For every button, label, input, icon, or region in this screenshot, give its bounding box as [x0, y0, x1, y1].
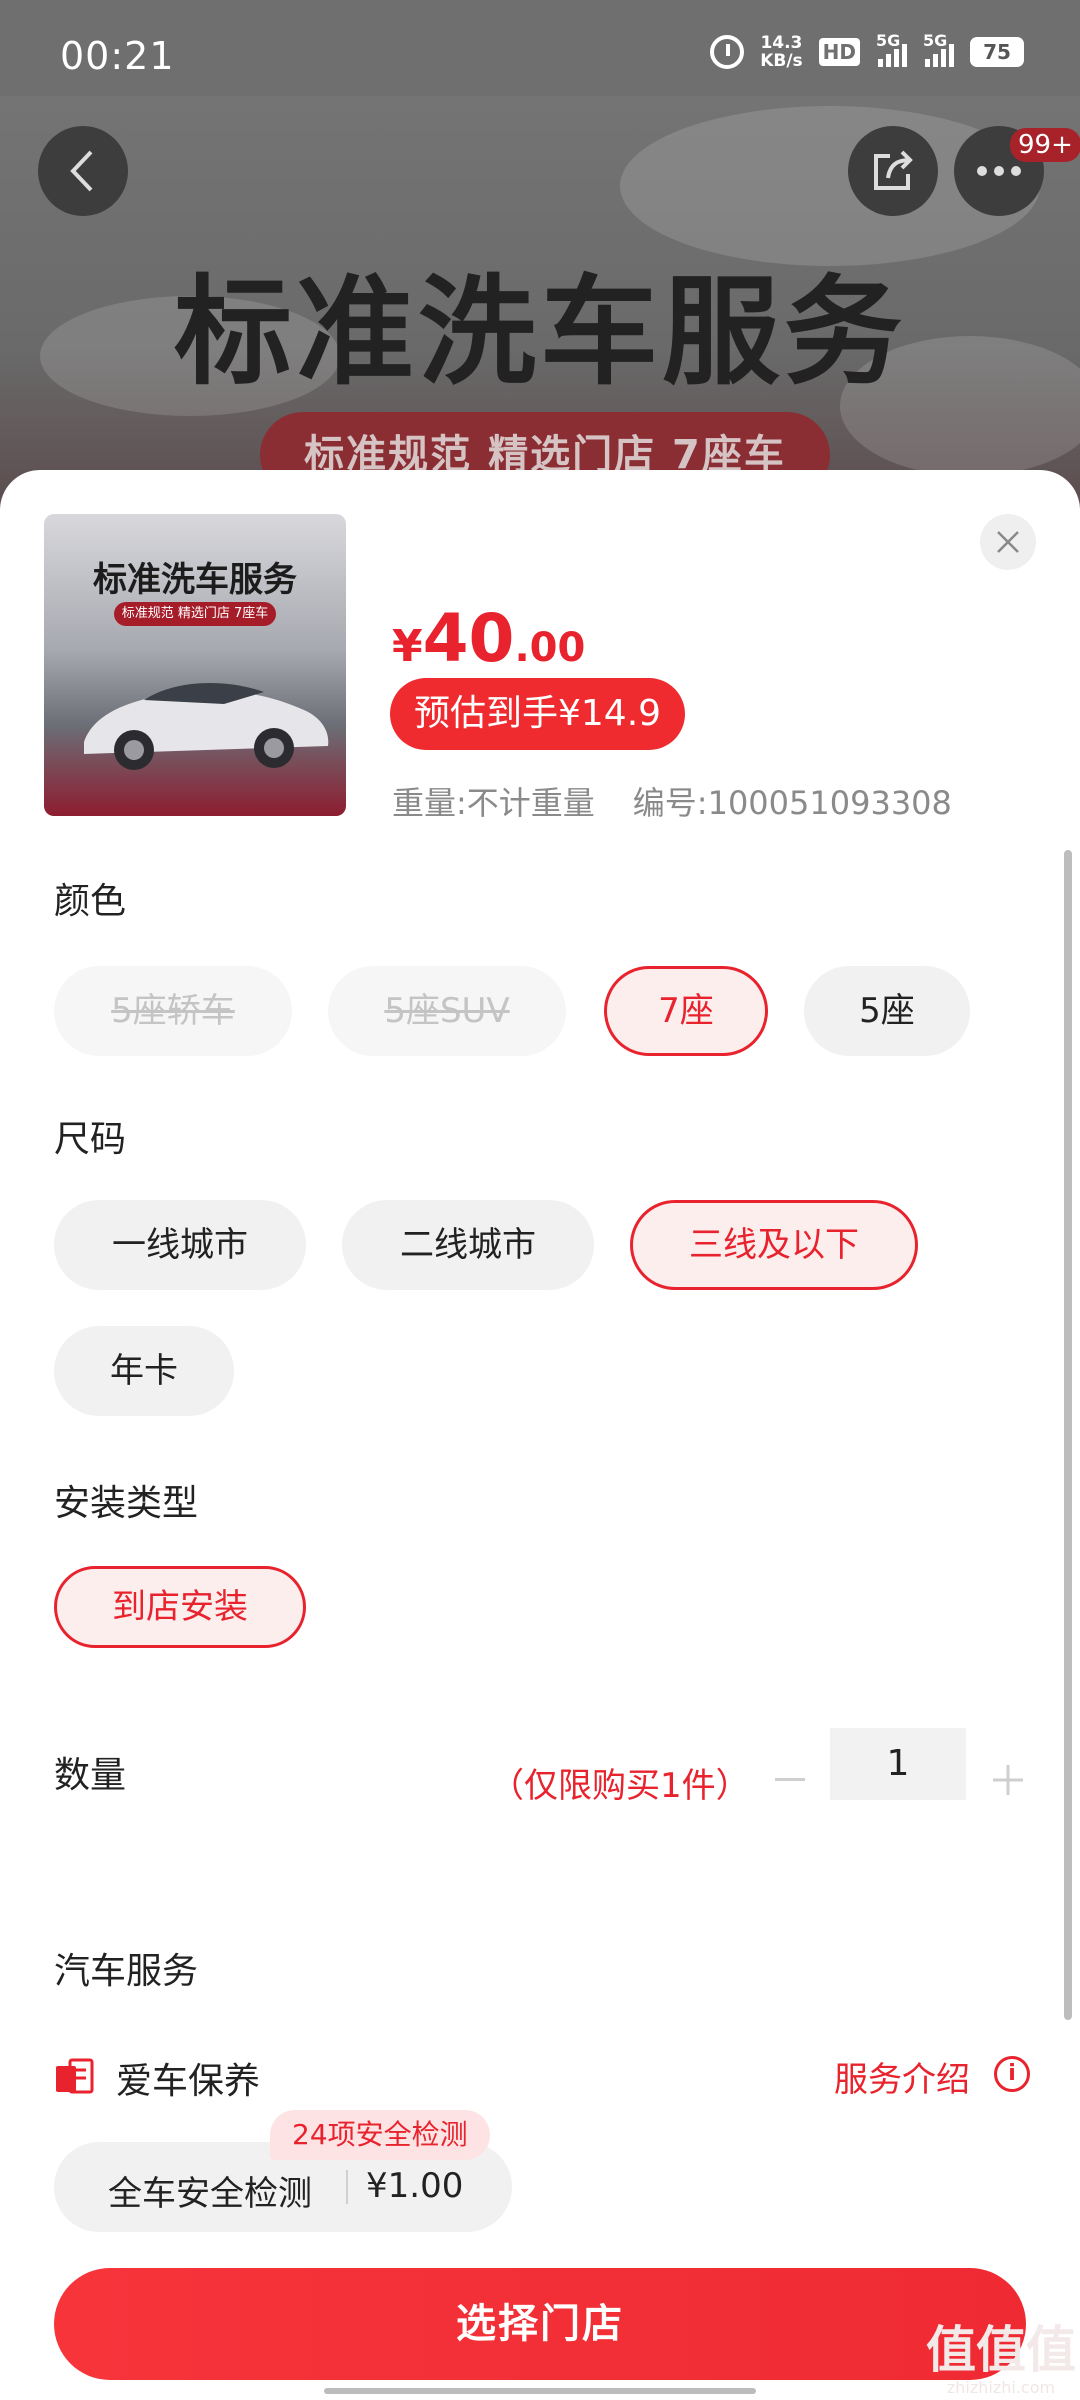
car-icon: [84, 682, 329, 770]
watermark-logo: 值值值: [926, 2321, 1076, 2379]
watermark: 值值值 zhizhizhi.com: [926, 2310, 1076, 2397]
car-service-title: 汽车服务: [54, 1951, 199, 1992]
minus-icon: [775, 1778, 805, 1781]
color-option-5seat-suv: 5座SUV: [328, 966, 566, 1056]
notification-badge: 99+: [1010, 128, 1080, 162]
hero-title: 标准洗车服务: [173, 263, 906, 401]
product-thumbnail: 标准洗车服务 标准规范 精选门店 7座车: [44, 514, 346, 816]
network-speed: 14.3 KB/s: [760, 34, 802, 70]
chevron-left-icon: [70, 150, 93, 192]
install-option-in-store[interactable]: 到店安装: [54, 1566, 306, 1648]
status-time: 00:21: [60, 34, 175, 78]
size-option-tier2[interactable]: 二线城市: [342, 1200, 594, 1290]
network-speed-value: 14.3: [760, 33, 803, 53]
price-integer: 40: [422, 600, 515, 677]
quantity-input[interactable]: 1: [830, 1728, 966, 1800]
color-option-5seat-sedan: 5座轿车: [54, 966, 292, 1056]
scrollbar[interactable]: [1064, 850, 1072, 2020]
network-speed-unit: KB/s: [760, 51, 803, 71]
safety-check-price: ¥1.00: [366, 2166, 464, 2206]
sku-number: 编号:100051093308: [632, 784, 952, 822]
price-symbol: ¥: [392, 621, 423, 672]
size-option-tier3[interactable]: 三线及以下: [630, 1200, 918, 1290]
signal-icon: 5G: [876, 31, 907, 67]
plus-icon: [993, 1765, 1023, 1795]
quantity-increase-button[interactable]: [990, 1750, 1026, 1810]
hd-icon: HD: [818, 38, 860, 66]
size-section-title: 尺码: [54, 1119, 127, 1160]
quantity-title: 数量: [54, 1755, 127, 1796]
signal-icon: 5G: [923, 31, 954, 67]
price: ¥40.00: [392, 600, 585, 677]
product-meta: 重量:不计重量 编号:100051093308: [392, 778, 952, 824]
thumb-title: 标准洗车服务: [93, 560, 297, 600]
battery-icon: 75: [970, 37, 1024, 67]
install-section-title: 安装类型: [54, 1483, 199, 1524]
home-indicator[interactable]: [324, 2388, 756, 2394]
close-icon: [997, 531, 1019, 553]
quantity-limit-note: （仅限购买1件）: [490, 1766, 750, 1806]
watermark-url: zhizhizhi.com: [946, 2378, 1056, 2397]
service-intro-link[interactable]: 服务介绍: [834, 2052, 970, 2101]
price-decimal: .00: [514, 625, 586, 671]
share-button[interactable]: [848, 126, 938, 216]
more-dots-icon: [977, 166, 1021, 176]
color-section-title: 颜色: [54, 881, 127, 922]
status-bar: 00:21 14.3 KB/s HD 5G 5G 75: [0, 0, 1080, 96]
close-button[interactable]: [980, 514, 1036, 570]
safety-check-name: 全车安全检测: [108, 2174, 312, 2214]
car-care-label: 爱车保养: [116, 2061, 261, 2102]
sku-sheet: 标准洗车服务 标准规范 精选门店 7座车 ¥40.00 预估到手¥14.9 重量…: [0, 470, 1080, 2400]
weight-text: 重量:不计重量: [392, 784, 595, 822]
alarm-icon: [710, 35, 745, 69]
select-store-button[interactable]: 选择门店: [54, 2268, 1026, 2380]
maintenance-icon: [56, 2058, 94, 2094]
car-service-row: 爱车保养 服务介绍 i: [54, 2046, 1030, 2106]
status-icons: 14.3 KB/s HD 5G 5G 75: [710, 31, 1024, 70]
color-option-7seat[interactable]: 7座: [604, 966, 768, 1056]
signal-1-label: 5G: [876, 31, 901, 50]
color-option-5seat[interactable]: 5座: [804, 966, 970, 1056]
share-icon: [874, 150, 913, 190]
estimated-price-badge: 预估到手¥14.9: [390, 678, 686, 750]
thumb-subtitle: 标准规范 精选门店 7座车: [114, 602, 276, 626]
safety-check-tag: 24项安全检测: [270, 2110, 490, 2160]
size-option-annual-card[interactable]: 年卡: [54, 1326, 234, 1416]
back-button[interactable]: [38, 126, 128, 216]
quantity-decrease-button[interactable]: [772, 1750, 808, 1810]
size-option-tier1[interactable]: 一线城市: [54, 1200, 306, 1290]
chip-divider: [346, 2170, 348, 2204]
signal-2-label: 5G: [923, 31, 948, 50]
info-icon[interactable]: i: [994, 2056, 1030, 2092]
